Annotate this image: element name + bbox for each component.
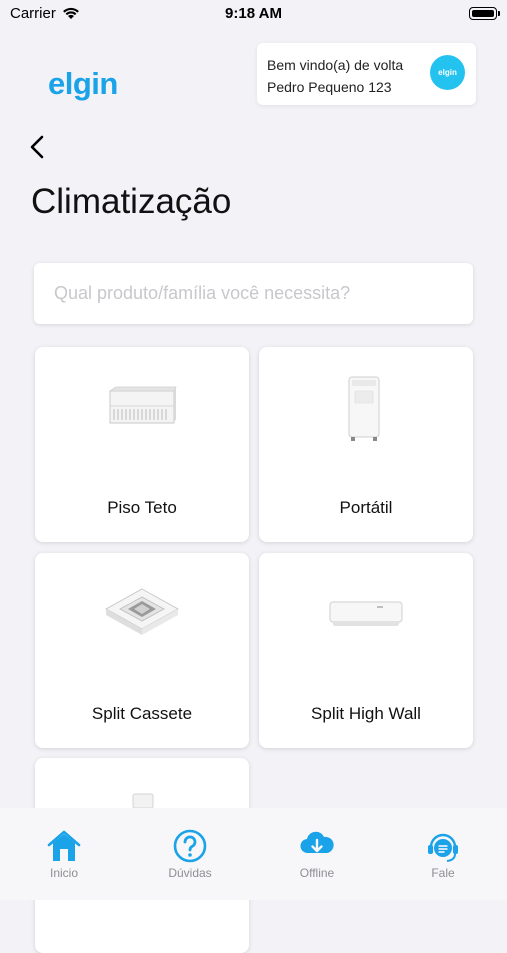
user-name: Pedro Pequeno 123 [267, 79, 392, 95]
home-icon [47, 830, 81, 861]
status-time: 9:18 AM [225, 5, 282, 22]
product-label: Portátil [339, 498, 393, 517]
cassette-ac-icon [104, 588, 180, 635]
cloud-download-icon [300, 831, 334, 854]
welcome-greeting: Bem vindo(a) de volta [267, 57, 404, 73]
tab-offline[interactable]: Offline [267, 808, 367, 900]
back-button[interactable] [25, 131, 53, 163]
floor-ceiling-ac-icon [108, 386, 177, 424]
tab-inicio[interactable]: Inicio [14, 808, 114, 900]
tab-fale[interactable]: Fale [393, 808, 493, 900]
question-icon [173, 829, 207, 863]
portable-ac-icon [348, 376, 380, 441]
avatar[interactable]: elgin [430, 55, 465, 90]
welcome-card[interactable]: Bem vindo(a) de volta Pedro Pequeno 123 … [257, 43, 476, 105]
tab-label: Dúvidas [168, 866, 212, 880]
tab-label: Inicio [49, 866, 78, 880]
product-image-partial [132, 793, 154, 808]
tab-label: Fale [431, 866, 455, 880]
product-label: Piso Teto [107, 498, 177, 517]
product-card-split-cassete[interactable]: Split Cassete [35, 553, 249, 748]
headset-icon [428, 833, 458, 862]
tab-bar: Inicio Dúvidas Offline Fale [0, 808, 507, 900]
tab-duvidas[interactable]: Dúvidas [140, 808, 240, 900]
product-label: Split Cassete [91, 704, 193, 723]
battery-icon [469, 7, 500, 20]
product-card-split-high-wall[interactable]: Split High Wall [259, 553, 473, 748]
elgin-logo: elgin [48, 66, 118, 101]
wall-split-ac-icon [329, 601, 403, 626]
status-bar: Carrier 9:18 AM [0, 0, 507, 28]
product-card-piso-teto[interactable]: Piso Teto [35, 347, 249, 542]
welcome-text: Bem vindo(a) de volta Pedro Pequeno 123 [267, 54, 403, 98]
product-label: Split High Wall [311, 704, 421, 723]
search-input[interactable] [34, 263, 473, 324]
product-card-portatil[interactable]: Portátil [259, 347, 473, 542]
search-box[interactable] [34, 263, 473, 324]
tab-label: Offline [299, 866, 335, 880]
page-title: Climatização [31, 182, 232, 221]
